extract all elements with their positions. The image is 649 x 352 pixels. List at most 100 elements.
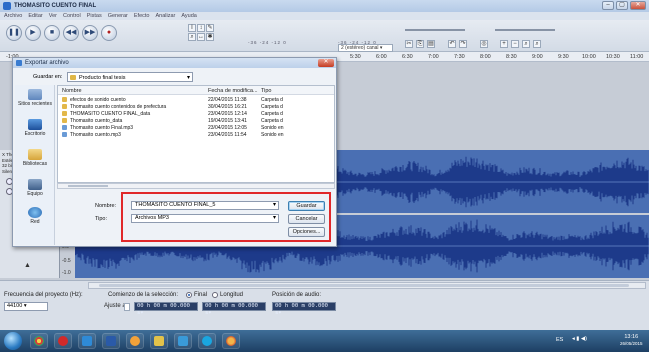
minimize-button[interactable]: – (602, 1, 614, 10)
ruler-mark: 8:00 (480, 54, 491, 60)
ruler-mark: 7:00 (428, 54, 439, 60)
menu-efecto[interactable]: Efecto (134, 13, 150, 19)
play-button[interactable]: ▶ (25, 25, 41, 41)
fit-selection-icon[interactable]: ⌕ (522, 40, 530, 48)
pause-button[interactable]: ❚❚ (6, 25, 22, 41)
zoom-tool[interactable]: ⌕ (188, 33, 196, 41)
menu-ayuda[interactable]: Ayuda (181, 13, 197, 19)
file-row[interactable]: Thomasito cuento.mp3 23/04/2015 11:54 So… (58, 131, 334, 138)
collapse-track-icon[interactable]: ▲ (24, 262, 31, 269)
file-row[interactable]: Thomasito cuento contenidos de prefectur… (58, 103, 334, 110)
file-row[interactable]: efectos de sonido cuento 22/04/2015 11:3… (58, 96, 334, 103)
skype-icon (202, 336, 212, 346)
close-window-button[interactable]: ✕ (630, 1, 646, 10)
file-row[interactable]: THOMASITO CUENTO FINAL_data 23/04/2015 1… (58, 110, 334, 117)
selection-start-time[interactable]: 00 h 00 m 00.000 s▾ (134, 302, 198, 316)
language-indicator[interactable]: ES (556, 337, 563, 344)
file-row[interactable]: Thomasito cuento Final.mp3 23/04/2015 12… (58, 124, 334, 131)
annotation-highlight (121, 192, 331, 242)
audio-position-time[interactable]: 00 h 00 m 00.000 s▾ (272, 302, 336, 316)
menu-control[interactable]: Control (63, 13, 81, 19)
place-recent[interactable]: Sitios recientes (15, 89, 55, 107)
column-name[interactable]: Nombre (62, 88, 82, 94)
redo-icon[interactable]: ↷ (459, 40, 467, 48)
project-rate-select[interactable]: 44100 ▾ (4, 302, 48, 311)
taskbar-skype[interactable] (198, 333, 216, 349)
dialog-title: Exportar archivo (25, 60, 69, 66)
place-libraries[interactable]: Bibliotecas (15, 149, 55, 167)
skip-start-button[interactable]: ◀◀ (63, 25, 79, 41)
selection-end-time[interactable]: 00 h 00 m 00.000 s▾ (202, 302, 266, 316)
file-list-header: Nombre Fecha de modifica... Tipo (58, 86, 334, 95)
undo-icon[interactable]: ↶ (448, 40, 456, 48)
file-list-scrollbar[interactable] (57, 183, 335, 189)
timeshift-tool[interactable]: ↔ (197, 33, 205, 41)
end-radio[interactable] (186, 292, 192, 298)
zoom-in-icon[interactable]: + (500, 40, 508, 48)
place-network[interactable]: Red (15, 207, 55, 225)
file-row[interactable]: Thomasito cuento_data 19/04/2015 13:41 C… (58, 117, 334, 124)
desktop-icon (28, 119, 42, 130)
taskbar-media[interactable] (78, 333, 96, 349)
column-date[interactable]: Fecha de modifica... (208, 88, 258, 94)
scrollbar-thumb[interactable] (99, 284, 629, 287)
menu-editar[interactable]: Editar (28, 13, 42, 19)
look-in-select[interactable]: Producto final tesis ▾ (67, 72, 193, 82)
look-in-row: Guardar en: Producto final tesis ▾ ◉ ▲ ✚… (13, 71, 336, 93)
file-list[interactable]: Nombre Fecha de modifica... Tipo efectos… (57, 85, 335, 183)
menu-analizar[interactable]: Analizar (155, 13, 175, 19)
look-in-value: Producto final tesis (79, 75, 126, 81)
record-volume-slider[interactable] (495, 29, 555, 31)
fit-project-icon[interactable]: ⌕ (533, 40, 541, 48)
ruler-mark: 11:00 (630, 54, 644, 60)
stop-button[interactable]: ■ (44, 25, 60, 41)
audacity-app-icon (3, 2, 11, 10)
window-title: THOMASITO CUENTO FINAL (14, 3, 97, 9)
taskbar-opera[interactable] (54, 333, 72, 349)
project-rate-label: Frecuencia del proyecto (Hz): (4, 292, 83, 298)
place-desktop[interactable]: Escritorio (15, 119, 55, 137)
dialog-icon (16, 60, 22, 66)
draw-tool[interactable]: ✎ (206, 24, 214, 32)
place-computer[interactable]: Equipo (15, 179, 55, 197)
snap-to-checkbox[interactable] (124, 303, 130, 311)
taskbar-firefox[interactable] (222, 333, 240, 349)
selection-tool[interactable]: I (188, 24, 196, 32)
dialog-close-button[interactable]: ✕ (318, 59, 334, 67)
maximize-button[interactable]: ▢ (616, 1, 628, 10)
envelope-tool[interactable]: ↕ (197, 24, 205, 32)
taskbar-app[interactable] (174, 333, 192, 349)
audio-file-icon (62, 125, 67, 130)
place-label: Red (30, 219, 40, 225)
playback-volume-slider[interactable] (405, 29, 465, 31)
taskbar-explorer[interactable] (150, 333, 168, 349)
tray-icons[interactable]: ◂ ▮ ◀) (572, 336, 587, 343)
copy-icon[interactable]: ⎘ (416, 40, 424, 48)
paste-icon[interactable]: ▤ (427, 40, 435, 48)
sync-lock-icon[interactable]: ◎ (480, 40, 488, 48)
taskbar-chrome[interactable] (30, 333, 48, 349)
taskbar-word[interactable] (102, 333, 120, 349)
media-player-icon (82, 336, 92, 346)
multi-tool[interactable]: ✱ (206, 33, 214, 41)
horizontal-scrollbar[interactable] (88, 282, 646, 289)
windows-taskbar: ES ◂ ▮ ◀) 13:16 26/05/2015 (0, 330, 649, 352)
scrollbar-thumb[interactable] (68, 185, 108, 187)
menu-ver[interactable]: Ver (49, 13, 57, 19)
skip-end-button[interactable]: ▶▶ (82, 25, 98, 41)
look-in-label: Guardar en: (33, 74, 63, 80)
zoom-out-icon[interactable]: − (511, 40, 519, 48)
channels-select[interactable]: 2 (estéreo) canal ▾ (338, 44, 393, 52)
ruler-mark: 9:30 (558, 54, 569, 60)
column-type[interactable]: Tipo (261, 88, 272, 94)
menu-pistas[interactable]: Pistas (87, 13, 102, 19)
start-button[interactable] (4, 332, 22, 350)
menu-archivo[interactable]: Archivo (4, 13, 22, 19)
tray-clock[interactable]: 13:16 26/05/2015 (620, 334, 643, 347)
length-radio[interactable] (212, 292, 218, 298)
cut-icon[interactable]: ✂ (405, 40, 413, 48)
menu-generar[interactable]: Generar (108, 13, 128, 19)
record-button[interactable]: ● (101, 25, 117, 41)
file-date: 23/04/2015 11:54 (208, 132, 247, 138)
taskbar-audacity[interactable] (126, 333, 144, 349)
